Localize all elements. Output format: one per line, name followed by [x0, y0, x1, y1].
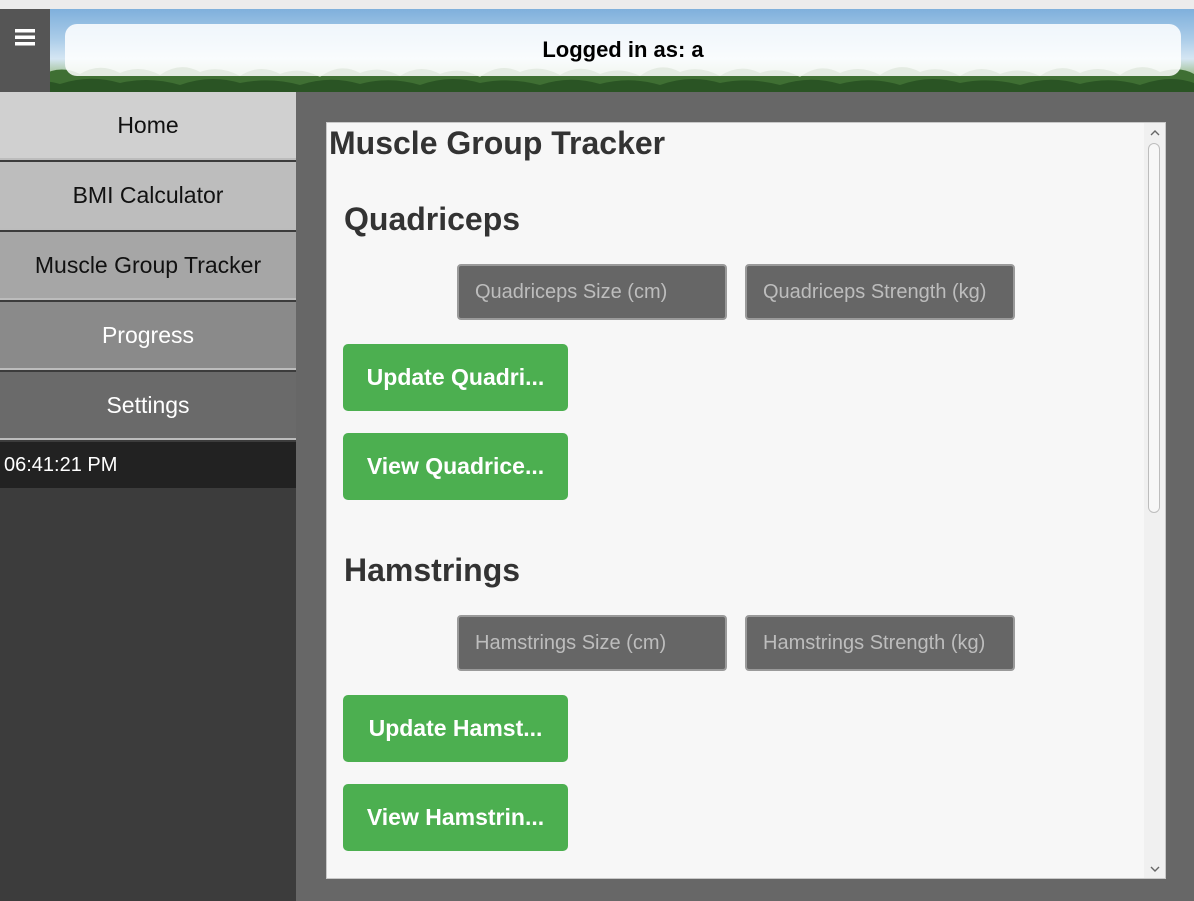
- view-hamstrings-button[interactable]: View Hamstrin...: [343, 784, 568, 851]
- scroll-thumb[interactable]: [1148, 143, 1160, 513]
- update-quadriceps-button[interactable]: Update Quadri...: [343, 344, 568, 411]
- sidebar: Home BMI Calculator Muscle Group Tracker…: [0, 92, 296, 901]
- tracker-panel[interactable]: Muscle Group Tracker Quadriceps Update Q…: [326, 122, 1166, 879]
- main-content-area: Muscle Group Tracker Quadriceps Update Q…: [296, 92, 1194, 901]
- clock-display: 06:41:21 PM: [0, 442, 296, 488]
- sidebar-item-label: Home: [117, 111, 179, 138]
- hamstrings-strength-input[interactable]: [745, 615, 1015, 671]
- scroll-down-button[interactable]: [1144, 860, 1165, 878]
- section-title-quadriceps: Quadriceps: [344, 201, 521, 237]
- quadriceps-size-input[interactable]: [457, 264, 727, 320]
- view-quadriceps-button[interactable]: View Quadrice...: [343, 433, 568, 500]
- hamstrings-size-input[interactable]: [457, 615, 727, 671]
- hamburger-menu-button[interactable]: [0, 9, 50, 92]
- sidebar-item-label: Progress: [101, 321, 195, 348]
- sidebar-item-bmi-calculator[interactable]: BMI Calculator: [0, 162, 296, 230]
- login-status-bar: Logged in as: a: [65, 24, 1181, 76]
- sidebar-item-label: Muscle Group Tracker: [34, 251, 262, 278]
- header-banner: Logged in as: a: [0, 9, 1194, 92]
- sidebar-item-label: Settings: [106, 391, 190, 418]
- section-title-hamstrings: Hamstrings: [344, 552, 521, 588]
- page-title: Muscle Group Tracker: [329, 125, 666, 161]
- sidebar-item-progress[interactable]: Progress: [0, 302, 296, 370]
- sidebar-item-settings[interactable]: Settings: [0, 372, 296, 440]
- vertical-scrollbar[interactable]: [1144, 123, 1165, 878]
- hamburger-menu-icon: [15, 29, 35, 46]
- chevron-up-icon: [1150, 129, 1159, 135]
- scroll-up-button[interactable]: [1144, 123, 1165, 141]
- sidebar-item-muscle-group-tracker[interactable]: Muscle Group Tracker: [0, 232, 296, 300]
- quadriceps-strength-input[interactable]: [745, 264, 1015, 320]
- sidebar-item-label: BMI Calculator: [72, 181, 224, 208]
- update-hamstrings-button[interactable]: Update Hamst...: [343, 695, 568, 762]
- chevron-down-icon: [1150, 866, 1159, 872]
- window-top-strip: [0, 0, 1194, 9]
- clock-time: 06:41:21 PM: [4, 453, 118, 476]
- login-status-text: Logged in as: a: [542, 37, 704, 62]
- sidebar-item-home[interactable]: Home: [0, 92, 296, 160]
